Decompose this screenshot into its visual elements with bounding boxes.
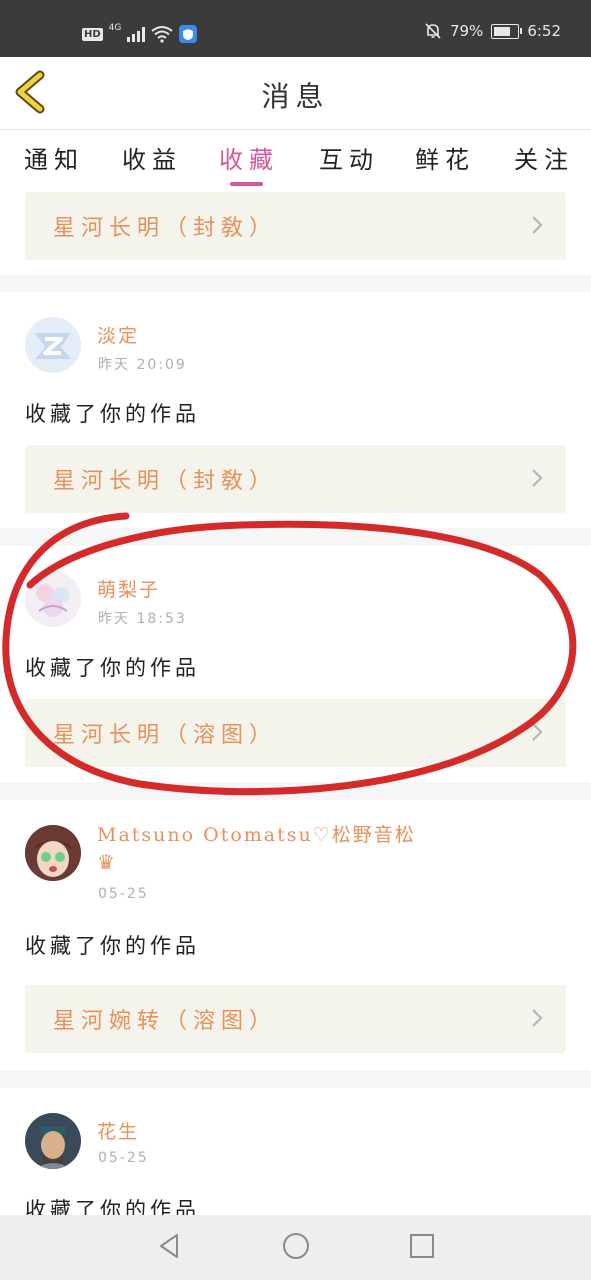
chevron-right-icon xyxy=(532,723,543,741)
action-text: 收藏了你的作品 xyxy=(25,1198,200,1215)
tab-earnings[interactable]: 收益 xyxy=(122,140,182,175)
anime-character-avatar xyxy=(25,825,81,881)
list-item: 星河长明（封敎） xyxy=(0,190,591,275)
anime-girl-avatar xyxy=(25,571,81,627)
action-text: 收藏了你的作品 xyxy=(25,402,200,426)
avatar[interactable] xyxy=(25,571,81,627)
timestamp: 05-25 xyxy=(98,1150,149,1166)
work-link[interactable]: 星河长明（封敎） xyxy=(25,192,566,260)
warrior-avatar xyxy=(25,1113,81,1169)
signal-icon xyxy=(127,26,146,42)
username[interactable]: 花生 xyxy=(97,1117,139,1144)
avatar[interactable] xyxy=(25,317,81,373)
chevron-right-icon xyxy=(532,216,543,234)
action-text: 收藏了你的作品 xyxy=(25,656,200,680)
username[interactable]: 淡定 xyxy=(97,321,139,348)
work-title: 星河长明（封敎） xyxy=(53,469,278,494)
tab-interactions[interactable]: 互动 xyxy=(319,140,379,175)
action-text: 收藏了你的作品 xyxy=(25,934,200,958)
nav-bar: 消息 xyxy=(0,57,591,130)
back-triangle-icon[interactable] xyxy=(155,1231,185,1261)
page-title: 消息 xyxy=(261,80,330,113)
timestamp: 昨天 20:09 xyxy=(98,357,187,373)
list-item: Matsuno Otomatsu♡松野音松 ♛ 05-25 收藏了你的作品 星河… xyxy=(0,800,591,1070)
shield-icon xyxy=(179,25,198,43)
username[interactable]: 萌梨子 xyxy=(97,575,160,602)
work-title: 星河长明（溶图） xyxy=(53,723,278,748)
network-label: 4G xyxy=(108,23,122,33)
message-list[interactable]: 星河长明（封敎） 淡定 昨天 20:09 收藏了你的作品 星河长明（封敎） 萌梨… xyxy=(0,190,591,1215)
timestamp: 05-25 xyxy=(98,886,149,902)
system-nav-bar xyxy=(0,1215,591,1280)
tab-notifications[interactable]: 通知 xyxy=(24,140,84,175)
active-tab-indicator xyxy=(230,182,263,186)
battery-icon xyxy=(491,23,523,39)
tab-bar: 通知 收益 收藏 互动 鲜花 关注 xyxy=(0,130,591,190)
work-title: 星河长明（封敎） xyxy=(53,216,278,241)
list-item: 萌梨子 昨天 18:53 收藏了你的作品 星河长明（溶图） xyxy=(0,546,591,782)
avatar[interactable] xyxy=(25,825,81,881)
z-logo-avatar xyxy=(25,317,81,373)
recents-square-icon[interactable] xyxy=(407,1231,437,1261)
hd-icon: HD xyxy=(82,27,103,41)
work-link[interactable]: 星河长明（封敎） xyxy=(25,445,566,513)
username[interactable]: Matsuno Otomatsu♡松野音松 xyxy=(97,820,416,847)
list-item: 花生 05-25 收藏了你的作品 xyxy=(0,1088,591,1215)
chevron-right-icon xyxy=(532,469,543,487)
crown-badge: ♛ xyxy=(97,850,117,874)
mute-bell-icon xyxy=(425,23,441,39)
battery-percent: 79% xyxy=(449,22,484,40)
tab-favorites[interactable]: 收藏 xyxy=(219,140,279,175)
avatar[interactable] xyxy=(25,1113,81,1169)
home-circle-icon[interactable] xyxy=(281,1231,311,1261)
timestamp: 昨天 18:53 xyxy=(98,611,187,627)
tab-flowers[interactable]: 鲜花 xyxy=(415,140,475,175)
work-link[interactable]: 星河婉转（溶图） xyxy=(25,985,566,1053)
chevron-right-icon xyxy=(532,1009,543,1027)
clock: 6:52 xyxy=(527,22,561,40)
status-bar: HD 4G 79% 6:52 xyxy=(0,0,591,57)
wifi-icon xyxy=(151,26,173,43)
work-title: 星河婉转（溶图） xyxy=(53,1009,278,1034)
work-link[interactable]: 星河长明（溶图） xyxy=(25,699,566,767)
list-item: 淡定 昨天 20:09 收藏了你的作品 星河长明（封敎） xyxy=(0,292,591,528)
tab-follows[interactable]: 关注 xyxy=(514,140,574,175)
